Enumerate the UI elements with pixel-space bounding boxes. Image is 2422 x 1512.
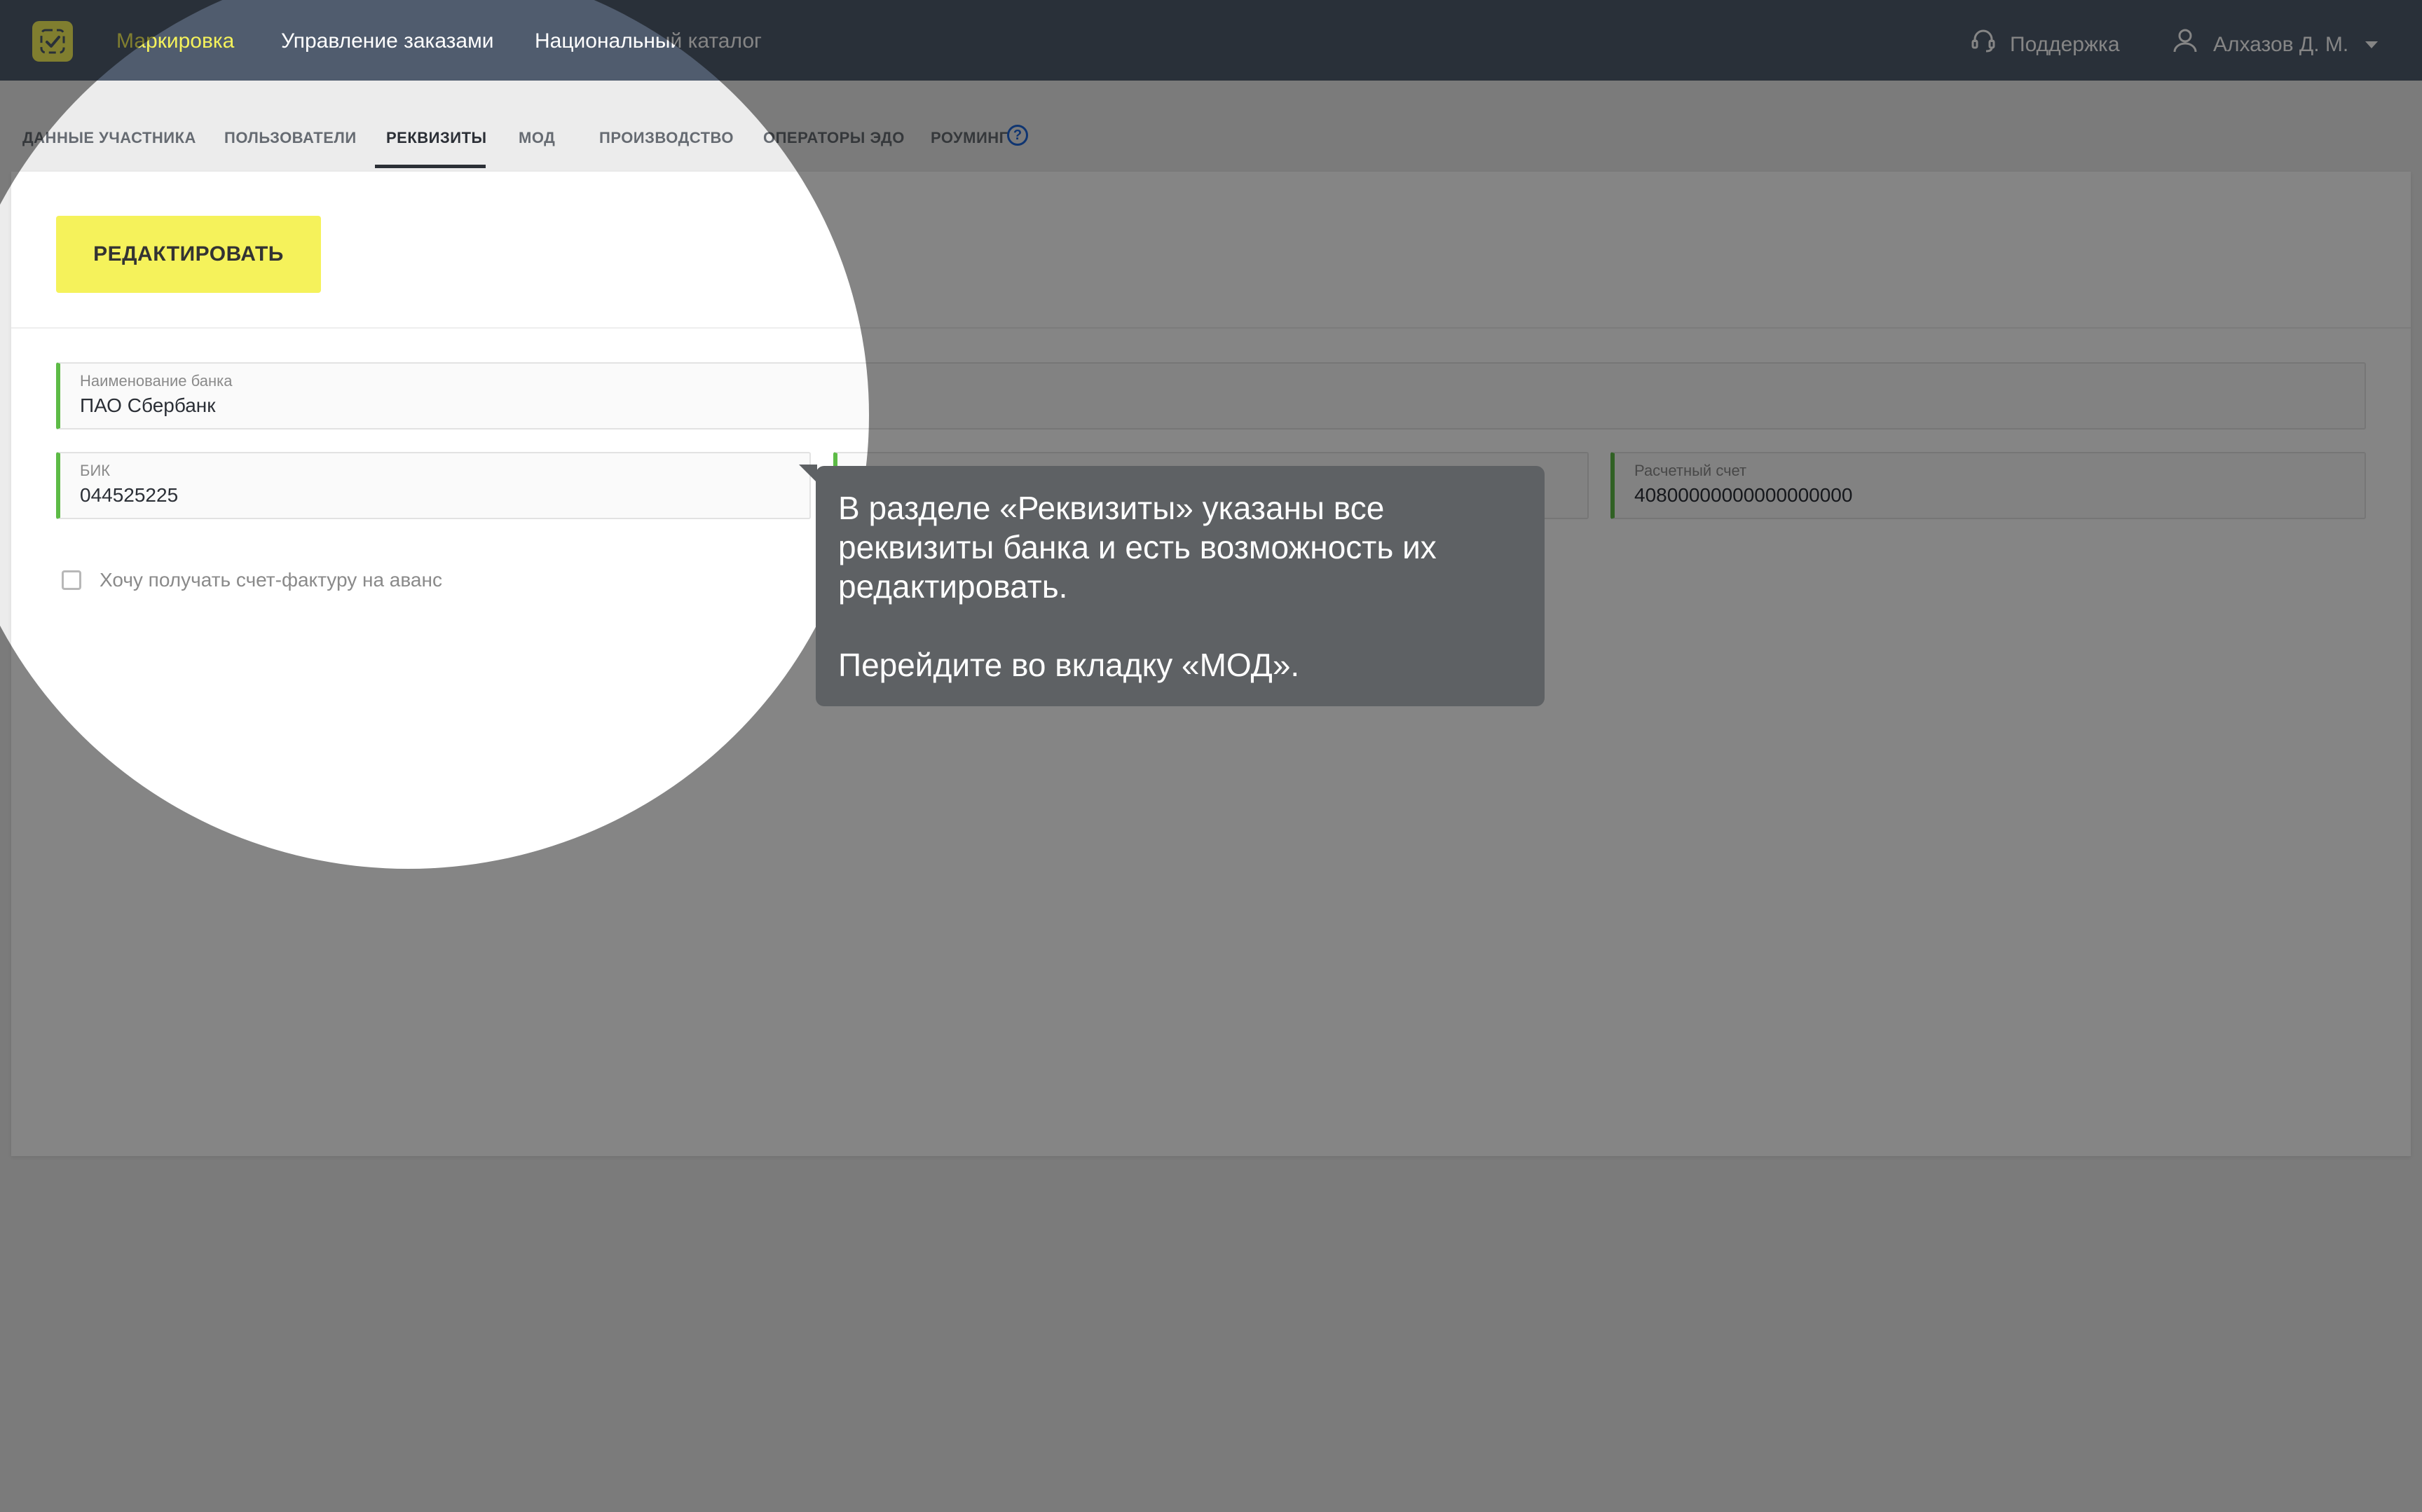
tab-participant-data[interactable]: ДАННЫЕ УЧАСТНИКА bbox=[22, 128, 196, 148]
bank-name-value: ПАО Сбербанк bbox=[80, 394, 216, 416]
top-navigation-bar: Маркировка Управление заказами Националь… bbox=[0, 0, 2422, 81]
tooltip-text-instruction: Перейдите во вкладку «МОД». bbox=[838, 647, 1300, 683]
tab-requisites[interactable]: РЕКВИЗИТЫ bbox=[386, 128, 487, 148]
nav-item-marking[interactable]: Маркировка bbox=[116, 28, 234, 55]
bik-value: 044525225 bbox=[80, 484, 179, 506]
nav-item-order-management[interactable]: Управление заказами bbox=[281, 28, 494, 55]
user-name: Алхазов Д. М. bbox=[2213, 32, 2349, 56]
tab-edo-operators[interactable]: ОПЕРАТОРЫ ЭДО bbox=[763, 128, 905, 148]
nav-item-national-catalog[interactable]: Национальный каталог bbox=[535, 28, 762, 55]
advance-invoice-label: Хочу получать счет-фактуру на аванс bbox=[100, 569, 442, 591]
support-link[interactable]: Поддержка bbox=[1969, 27, 2120, 62]
headset-icon bbox=[1969, 27, 1997, 62]
tooltip-text-main: В разделе «Реквизиты» указаны все реквиз… bbox=[838, 490, 1437, 605]
active-tab-indicator bbox=[375, 165, 486, 168]
tooltip-arrow bbox=[799, 465, 817, 483]
chevron-down-icon bbox=[2365, 41, 2379, 48]
settlement-account-label: Расчетный счет bbox=[1634, 462, 1747, 479]
settlement-account-value: 40800000000000000000 bbox=[1634, 484, 1853, 506]
tab-users[interactable]: ПОЛЬЗОВАТЕЛИ bbox=[224, 128, 357, 148]
support-label: Поддержка bbox=[2010, 32, 2120, 56]
tab-production[interactable]: ПРОИЗВОДСТВО bbox=[599, 128, 734, 148]
bank-name-label: Наименование банка bbox=[80, 372, 233, 390]
advance-invoice-checkbox[interactable] bbox=[62, 570, 81, 590]
user-menu[interactable]: Алхазов Д. М. bbox=[2171, 27, 2379, 62]
tab-roaming[interactable]: РОУМИНГ bbox=[931, 128, 1008, 148]
bank-name-field[interactable]: Наименование банка ПАО Сбербанк bbox=[56, 362, 2366, 429]
edit-button[interactable]: РЕДАКТИРОВАТЬ bbox=[56, 216, 321, 293]
card-divider bbox=[11, 327, 2411, 329]
settlement-account-field[interactable]: Расчетный счет 40800000000000000000 bbox=[1610, 452, 2366, 519]
help-icon[interactable]: ? bbox=[1007, 125, 1028, 146]
user-icon bbox=[2171, 27, 2199, 62]
advance-invoice-option[interactable]: Хочу получать счет-фактуру на аванс bbox=[62, 569, 442, 591]
app-logo-icon[interactable] bbox=[32, 21, 73, 62]
tutorial-tooltip: В разделе «Реквизиты» указаны все реквиз… bbox=[816, 466, 1545, 706]
settings-tabs: ДАННЫЕ УЧАСТНИКА ПОЛЬЗОВАТЕЛИ РЕКВИЗИТЫ … bbox=[0, 81, 2422, 172]
bik-field[interactable]: БИК 044525225 bbox=[56, 452, 811, 519]
tab-mod[interactable]: МОД bbox=[519, 128, 555, 148]
bik-label: БИК bbox=[80, 462, 111, 479]
